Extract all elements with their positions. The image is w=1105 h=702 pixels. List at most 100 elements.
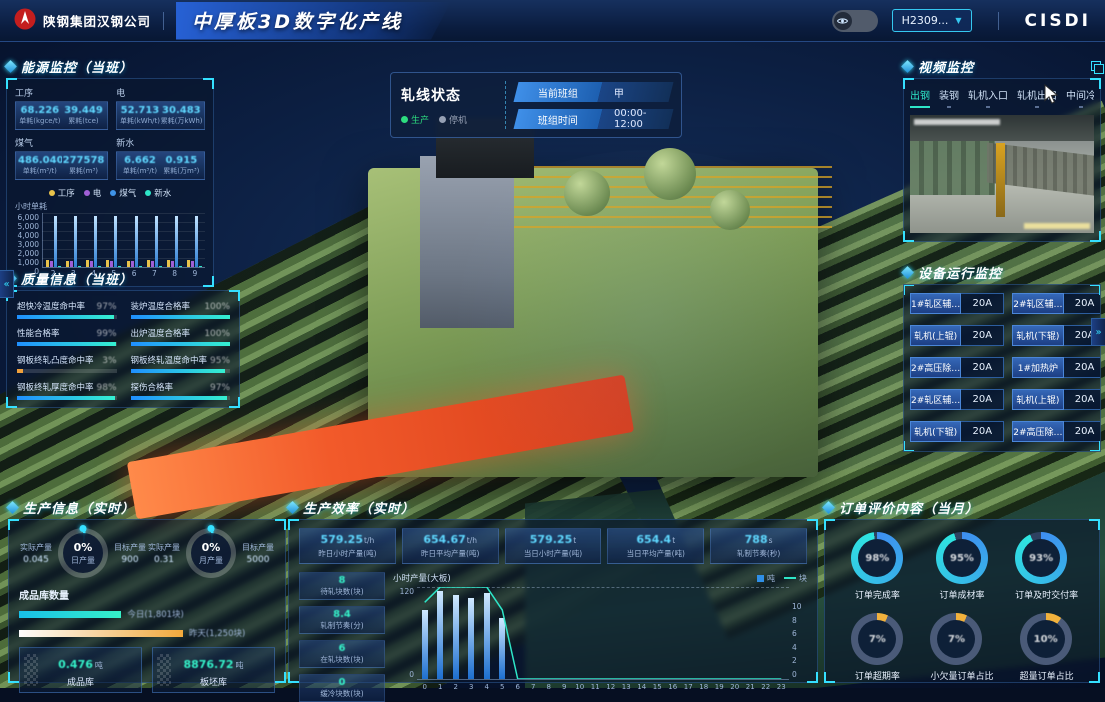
legend-dot-icon bbox=[110, 190, 116, 196]
bar-工序 bbox=[127, 261, 130, 268]
equipment-item[interactable]: 2#高压除… 20A bbox=[1012, 421, 1101, 442]
corner-accent bbox=[1090, 284, 1101, 295]
visibility-toggle[interactable] bbox=[832, 10, 878, 32]
corner-accent bbox=[824, 672, 835, 683]
panel-collapse-handle-left[interactable]: « bbox=[0, 270, 14, 298]
bar-电 bbox=[110, 261, 113, 267]
video-thumbnail[interactable] bbox=[910, 115, 1094, 233]
order-donuts: 98% 订单完成率 95% 订单成材率 93% 订单及时交付率 7% 订单超期率… bbox=[835, 528, 1089, 682]
axis-tick: 8 bbox=[547, 683, 551, 691]
equipment-item[interactable]: 轧机(上辊) 20A bbox=[910, 325, 1004, 346]
legend-item: 电 bbox=[84, 187, 102, 199]
equipment-item[interactable]: 轧机(下辊) 20A bbox=[1012, 325, 1101, 346]
corner-accent bbox=[1090, 78, 1101, 89]
line-status-title: 轧线状态 bbox=[401, 85, 495, 105]
energy-bar-group: 2 bbox=[46, 213, 61, 267]
axis-tick: 10 bbox=[575, 683, 584, 691]
video-panel: 视频监控 出钢 装钢 轧机入口 轧机出口 中间冷 电加热 bbox=[903, 56, 1101, 242]
bar-新水 bbox=[58, 266, 61, 268]
bar-新水 bbox=[78, 266, 81, 268]
view-select-value: H2309... bbox=[902, 14, 949, 27]
axis-tick: 2 bbox=[792, 656, 807, 665]
corner-accent bbox=[275, 672, 286, 683]
line-status-row[interactable]: 当前班组 甲 bbox=[514, 82, 674, 102]
efficiency-side-box: 8.4 轧制节奏(分) bbox=[299, 606, 385, 634]
diamond-icon bbox=[901, 60, 914, 73]
quality-metric: 装炉温度合格率100% bbox=[131, 300, 231, 319]
bar-煤气 bbox=[135, 216, 138, 267]
energy-group: 煤气 486.040单耗(m³/t) 277578累耗(m³) bbox=[15, 136, 108, 180]
diamond-icon bbox=[822, 501, 835, 514]
energy-panel: 能源监控（当班） 工序 68.226单耗(kgce/t) 39.449累耗(tc… bbox=[6, 56, 214, 287]
efficiency-side-boxes: 8 待轧块数(块) 8.4 轧制节奏(分) 6 在轧块数(块) 0 缓冷块数(块… bbox=[299, 572, 385, 702]
equipment-item[interactable]: 2#轧区辅… 20A bbox=[1012, 293, 1101, 314]
video-camera-label-overlay bbox=[1024, 223, 1090, 229]
axis-tick: 19 bbox=[715, 683, 724, 691]
equipment-item[interactable]: 2#高压除… 20A bbox=[910, 357, 1004, 378]
view-select-dropdown[interactable]: H2309... ▼ bbox=[892, 9, 972, 32]
hourly-left-ticks: 1200 bbox=[393, 587, 417, 679]
panel-collapse-handle-right[interactable]: » bbox=[1091, 318, 1105, 346]
equipment-item[interactable]: 1#轧区辅… 20A bbox=[910, 293, 1004, 314]
line-status-panel: 轧线状态 生产 停机 当前班组 甲 班组时间 00:00-12:00 bbox=[390, 72, 682, 138]
production-gauges: 实际产量0.045 0%日产量 目标产量900 实际产量0.31 0%月产量 目… bbox=[19, 528, 275, 578]
legend-dot-icon bbox=[49, 190, 55, 196]
page-title-plate: 中厚板3D数字化产线 bbox=[176, 2, 451, 40]
orders-panel: 订单评价内容（当月） 98% 订单完成率 95% 订单成材率 93% 订单及时交… bbox=[824, 497, 1100, 683]
company-name: 陕钢集团汉钢公司 bbox=[43, 11, 151, 30]
expand-icon[interactable] bbox=[1091, 61, 1101, 71]
video-tab[interactable]: 轧机出口 bbox=[1017, 87, 1057, 108]
video-tab[interactable]: 出钢 bbox=[910, 87, 930, 108]
axis-tick: 21 bbox=[746, 683, 755, 691]
production-panel-title: 生产信息（实时） bbox=[23, 498, 135, 517]
equipment-item[interactable]: 轧机(下辊) 20A bbox=[910, 421, 1004, 442]
hourly-line-series bbox=[417, 587, 789, 679]
bar-新水 bbox=[159, 266, 162, 268]
axis-tick: 6 bbox=[516, 683, 520, 691]
scene-glow bbox=[420, 150, 880, 480]
diamond-icon bbox=[4, 60, 17, 73]
bar-工序 bbox=[86, 260, 89, 267]
eye-icon bbox=[834, 12, 852, 30]
bar-煤气 bbox=[155, 216, 158, 267]
warehouse-boxes: 0.476吨 成品库 8876.72吨 板坯库 bbox=[19, 647, 275, 693]
bar-电 bbox=[90, 261, 93, 267]
order-donut: 7% 小欠量订单占比 bbox=[930, 613, 993, 682]
stock-bars: 今日(1,801块) 昨天(1,250块) bbox=[19, 608, 275, 639]
axis-tick: 5,000 bbox=[15, 222, 39, 231]
company-logo-icon bbox=[14, 8, 36, 34]
bar-电 bbox=[131, 261, 134, 267]
line-status-row[interactable]: 班组时间 00:00-12:00 bbox=[514, 109, 674, 129]
quality-panel: 质量信息（当班） 超快冷温度命中率97% 装炉温度合格率100% 性能合格率99… bbox=[6, 268, 240, 408]
video-tab[interactable]: 中间冷 bbox=[1066, 87, 1094, 108]
energy-panel-title: 能源监控（当班） bbox=[21, 57, 133, 76]
video-tab[interactable]: 轧机入口 bbox=[968, 87, 1008, 108]
corner-accent bbox=[229, 397, 240, 408]
axis-tick: 0 bbox=[423, 683, 427, 691]
equipment-item[interactable]: 1#加热炉 20A bbox=[1012, 357, 1101, 378]
efficiency-panel-title: 生产效率（实时） bbox=[303, 498, 415, 517]
gauge-ring: 0%日产量 bbox=[58, 528, 108, 578]
quality-metric: 超快冷温度命中率97% bbox=[17, 300, 117, 319]
equipment-item[interactable]: 2#轧区辅… 20A bbox=[910, 389, 1004, 410]
axis-tick: 8 bbox=[792, 616, 807, 625]
bar-电 bbox=[171, 261, 174, 267]
stock-title: 成品库数量 bbox=[19, 587, 275, 602]
donut-ring: 7% bbox=[851, 613, 903, 665]
energy-chart-plot: 23456789 bbox=[42, 213, 205, 268]
divider bbox=[998, 12, 999, 30]
axis-tick: 17 bbox=[684, 683, 693, 691]
donut-ring: 7% bbox=[930, 613, 982, 665]
bar-新水 bbox=[98, 266, 101, 268]
efficiency-card: 654.67t/h 昨日平均产量(吨) bbox=[402, 528, 499, 564]
bar-工序 bbox=[46, 260, 49, 267]
bar-煤气 bbox=[74, 216, 77, 267]
axis-tick: 13 bbox=[622, 683, 631, 691]
legend-item: 块 bbox=[784, 573, 807, 584]
energy-group: 工序 68.226单耗(kgce/t) 39.449累耗(tce) bbox=[15, 86, 108, 130]
legend-item: 工序 bbox=[49, 187, 75, 199]
corner-accent bbox=[903, 231, 914, 242]
video-tabs: 出钢 装钢 轧机入口 轧机出口 中间冷 电加热 bbox=[910, 87, 1094, 108]
equipment-item[interactable]: 轧机(上辊) 20A bbox=[1012, 389, 1101, 410]
video-tab[interactable]: 装钢 bbox=[939, 87, 959, 108]
